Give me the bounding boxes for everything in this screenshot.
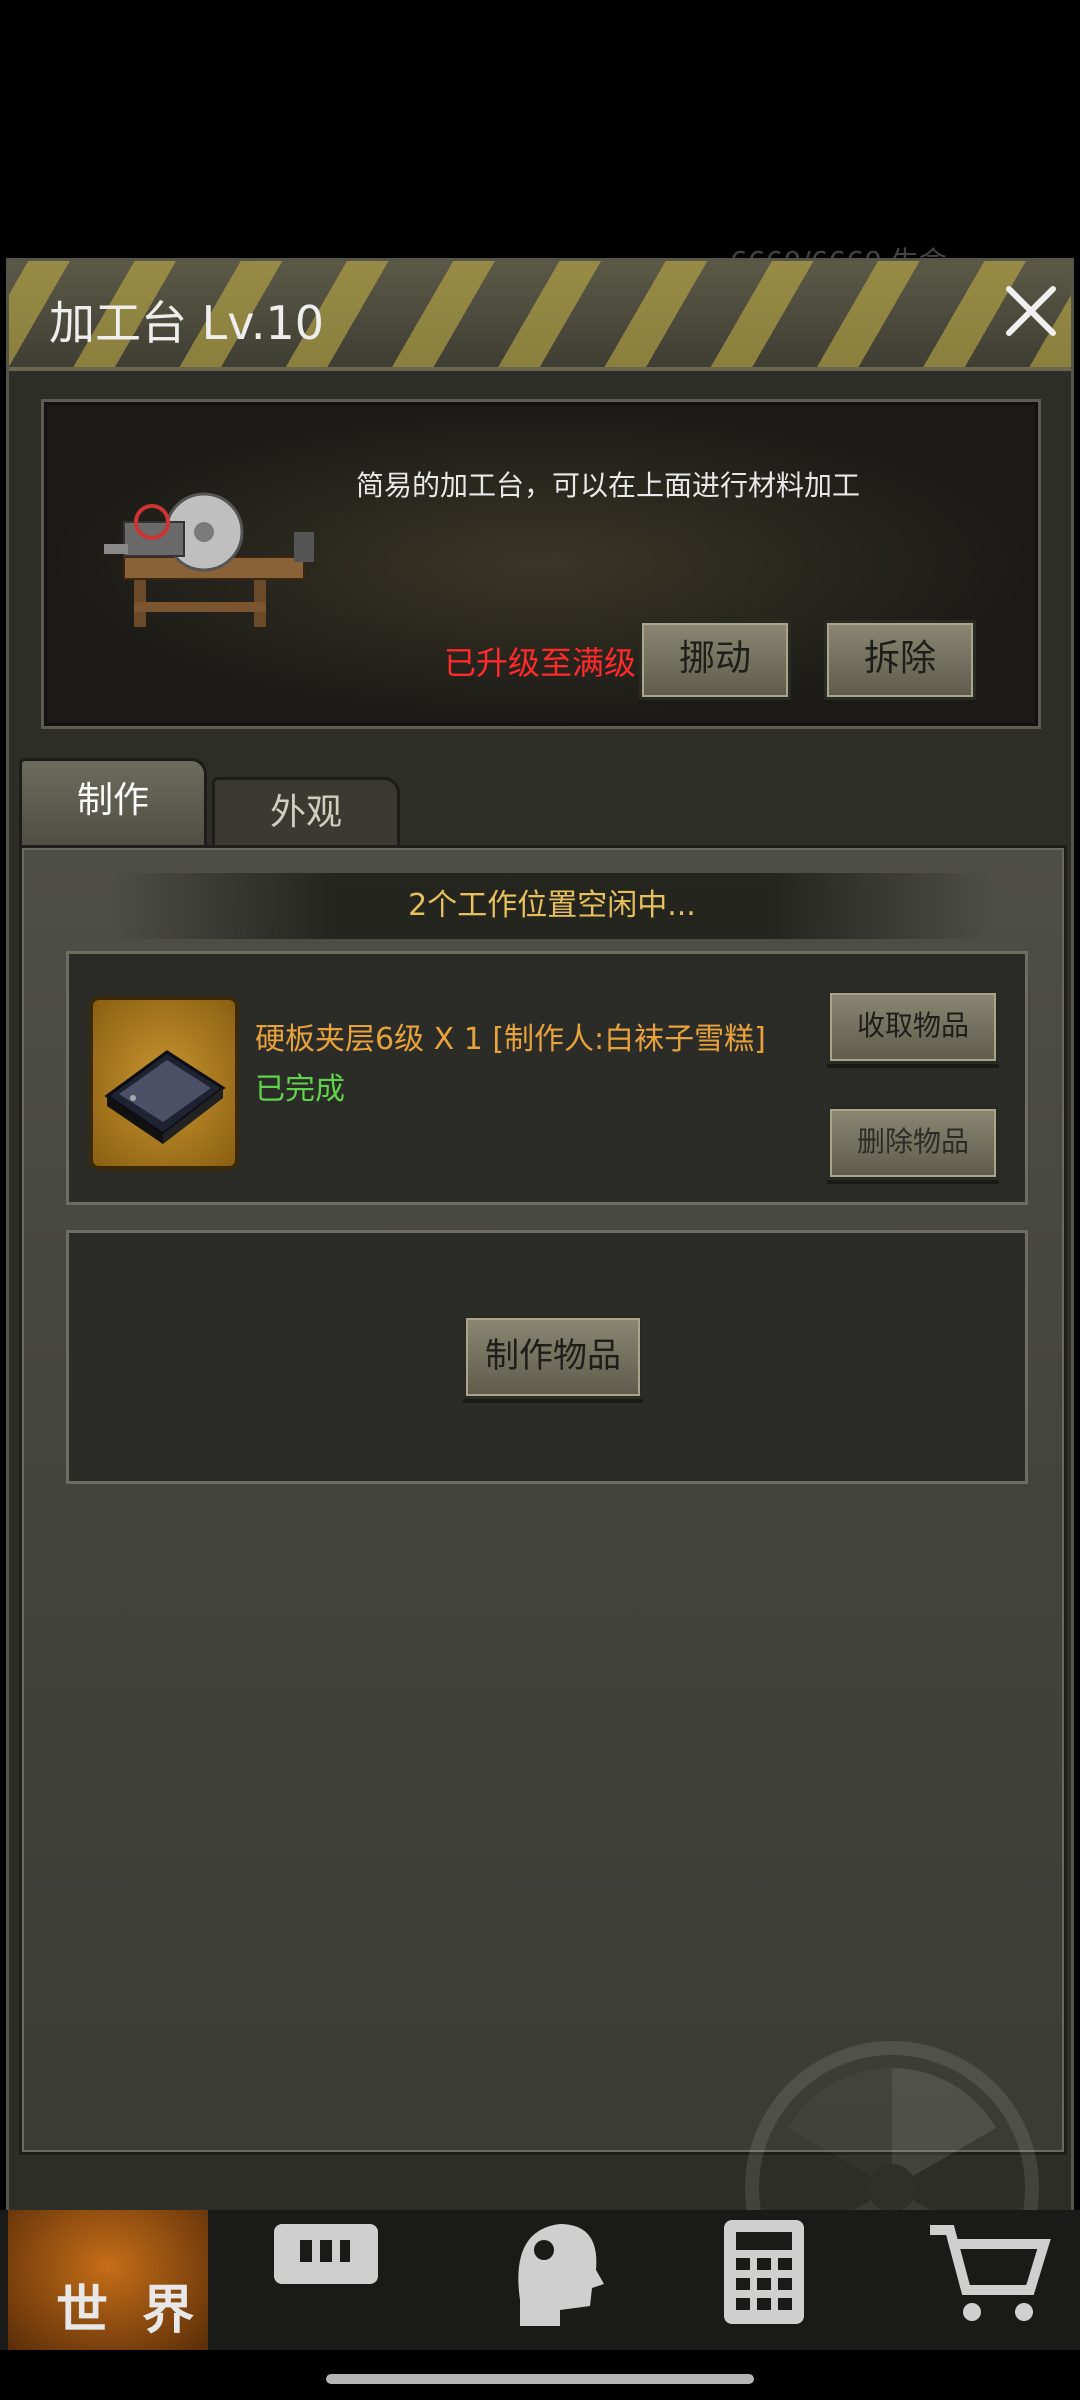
- skills-head-icon[interactable]: [480, 2210, 620, 2350]
- move-button[interactable]: 挪动: [639, 620, 791, 700]
- workbench-dialog: 加工台 Lv.10 简易的加工台，可以在上面进行材料加工 已升级至满级 挪动 拆…: [6, 258, 1074, 2335]
- item-name: 硬板夹层6级 X 1 [制作人:白袜子雪糕]: [255, 1022, 766, 1057]
- work-slot-status: 2个工作位置空闲中...: [112, 873, 992, 939]
- item-complete-status: 已完成: [255, 1072, 345, 1107]
- craft-panel: 2个工作位置空闲中... 硬板夹层6级 X 1 [制作人:白袜子雪糕] 已完成 …: [19, 845, 1067, 2335]
- collect-item-button[interactable]: 收取物品: [827, 990, 999, 1064]
- close-icon[interactable]: [999, 279, 1063, 343]
- dialog-header: 加工台 Lv.10: [9, 261, 1071, 371]
- remove-button[interactable]: 拆除: [824, 620, 976, 700]
- tab-craft[interactable]: 制作: [19, 758, 207, 846]
- world-icon[interactable]: 世 界: [8, 2210, 208, 2350]
- make-item-button[interactable]: 制作物品: [463, 1315, 643, 1399]
- shop-cart-icon[interactable]: [920, 2210, 1060, 2350]
- tab-appearance[interactable]: 外观: [212, 777, 400, 847]
- backpack-icon[interactable]: [260, 2210, 400, 2350]
- completed-item-row: 硬板夹层6级 X 1 [制作人:白袜子雪糕] 已完成 收取物品 删除物品: [66, 951, 1028, 1205]
- delete-item-button[interactable]: 删除物品: [827, 1106, 999, 1180]
- dialog-title: 加工台 Lv.10: [49, 296, 325, 350]
- nav-world-label: 世 界: [56, 2281, 203, 2341]
- saw-bench-icon: [94, 462, 334, 632]
- building-description: 简易的加工台，可以在上面进行材料加工: [356, 469, 861, 502]
- home-indicator[interactable]: [326, 2374, 754, 2384]
- empty-craft-slot: 制作物品: [66, 1230, 1028, 1484]
- bottom-nav: 世 界: [0, 2210, 1080, 2350]
- building-info-panel: 简易的加工台，可以在上面进行材料加工 已升级至满级 挪动 拆除: [41, 399, 1041, 729]
- max-level-status: 已升级至满级: [444, 644, 637, 682]
- hard-board-icon[interactable]: [89, 996, 239, 1170]
- calculator-icon[interactable]: [700, 2210, 840, 2350]
